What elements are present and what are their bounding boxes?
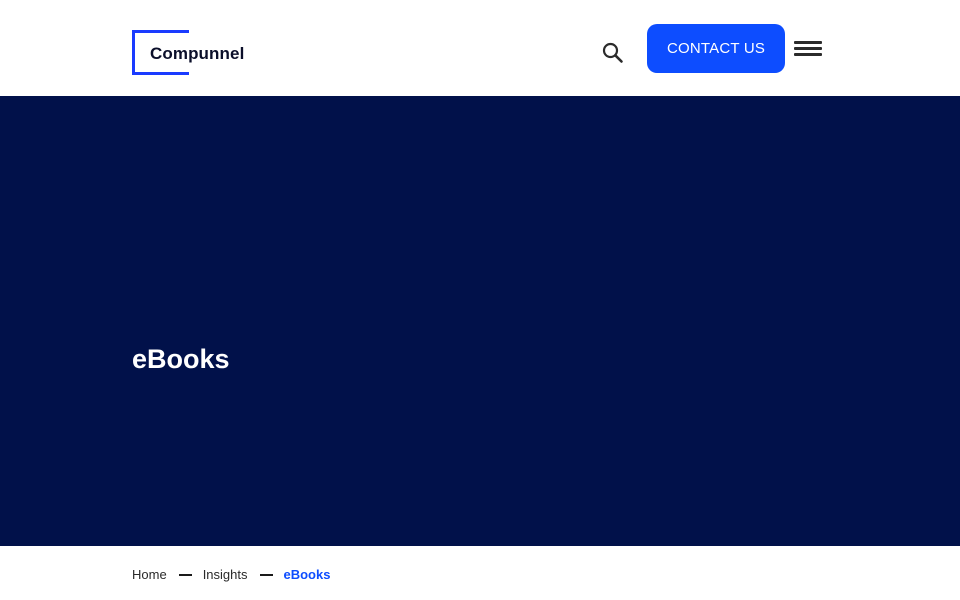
breadcrumb: Home Insights eBooks bbox=[132, 564, 330, 584]
hero-banner: eBooks bbox=[0, 96, 960, 546]
breadcrumb-home-link[interactable]: Home bbox=[132, 567, 167, 582]
site-header: Compunnel CONTACT US bbox=[0, 0, 960, 96]
hamburger-menu-icon bbox=[794, 53, 822, 56]
breadcrumb-current: eBooks bbox=[283, 566, 331, 582]
search-button[interactable] bbox=[600, 40, 626, 66]
logo-text: Compunnel bbox=[150, 44, 245, 63]
breadcrumb-separator bbox=[259, 574, 273, 576]
search-icon bbox=[602, 42, 623, 63]
page-title: eBooks bbox=[132, 344, 230, 374]
breadcrumb-insights-link[interactable]: Insights bbox=[203, 567, 248, 582]
hamburger-menu-button[interactable] bbox=[794, 38, 822, 60]
breadcrumb-separator bbox=[178, 574, 192, 576]
hamburger-menu-icon bbox=[794, 41, 822, 44]
compunnel-logo[interactable]: Compunnel bbox=[132, 30, 252, 76]
hamburger-menu-icon bbox=[794, 47, 822, 50]
contact-us-button[interactable]: CONTACT US bbox=[647, 24, 785, 73]
